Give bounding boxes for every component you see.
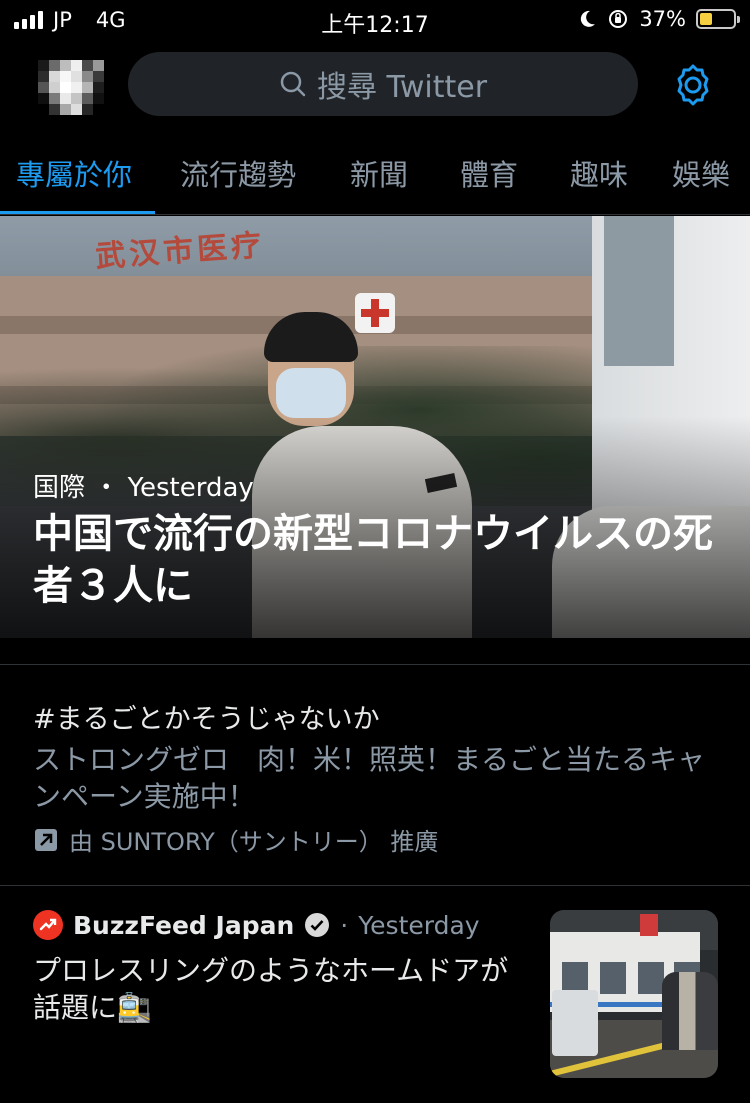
hero-time: Yesterday <box>127 473 254 503</box>
battery-fill <box>700 13 712 25</box>
battery-icon <box>696 9 740 29</box>
tab-fun[interactable]: 趣味 <box>570 152 628 194</box>
hero-category: 国際 <box>33 473 86 503</box>
promoted-arrow-icon <box>35 828 57 851</box>
promoted-hashtag[interactable]: #まるごとかそうじゃないか <box>33 697 380 736</box>
battery-percent: 37% <box>639 7 686 31</box>
section-divider <box>0 664 750 665</box>
moon-icon <box>581 10 596 27</box>
news-source-name[interactable]: BuzzFeed Japan <box>73 911 294 940</box>
rotation-lock-icon <box>609 10 628 28</box>
news-thumbnail[interactable] <box>550 910 718 1078</box>
section-divider <box>0 885 750 886</box>
news-time: Yesterday <box>358 910 480 940</box>
tab-entertainment[interactable]: 娛樂 <box>672 152 730 194</box>
hero-title[interactable]: 中国で流行の新型コロナウイルスの死者３人に <box>33 508 723 612</box>
verified-badge-icon <box>305 913 330 937</box>
tab-for-you[interactable]: 專屬於你 <box>16 152 132 194</box>
news-title[interactable]: プロレスリングのようなホームドアが話題に🚉 <box>33 952 533 1026</box>
status-bar-right: 37% <box>577 7 740 31</box>
promoted-description: ストロングゼロ 肉！米！照英！まるごと当たるキャンペーン実施中！ <box>33 743 706 813</box>
search-bar[interactable]: 搜尋 Twitter <box>128 52 638 116</box>
hero-meta: 国際 ・ Yesterday <box>33 467 254 504</box>
tab-sports[interactable]: 體育 <box>460 152 518 194</box>
search-placeholder: 搜尋 Twitter <box>316 70 488 105</box>
promoted-by: 由 SUNTORY（サントリー） 推廣 <box>33 822 438 857</box>
tab-trending[interactable]: 流行趨勢 <box>180 152 296 194</box>
gear-icon[interactable] <box>670 62 716 108</box>
promoted-by-label: 由 SUNTORY（サントリー） 推廣 <box>69 828 439 856</box>
explore-tabs: 專屬於你 流行趨勢 新聞 體育 趣味 娛樂 <box>0 130 750 216</box>
news-separator: · <box>340 910 349 940</box>
news-source-row: BuzzFeed Japan · Yesterday <box>33 910 480 940</box>
status-bar: JP 4G 上午12:17 37% <box>0 0 750 42</box>
tabs-divider <box>0 214 750 215</box>
hero-separator: ・ <box>93 473 120 503</box>
buzzfeed-logo-icon <box>33 910 63 940</box>
search-icon <box>280 71 306 97</box>
tab-news[interactable]: 新聞 <box>350 152 408 194</box>
avatar[interactable] <box>38 60 104 115</box>
